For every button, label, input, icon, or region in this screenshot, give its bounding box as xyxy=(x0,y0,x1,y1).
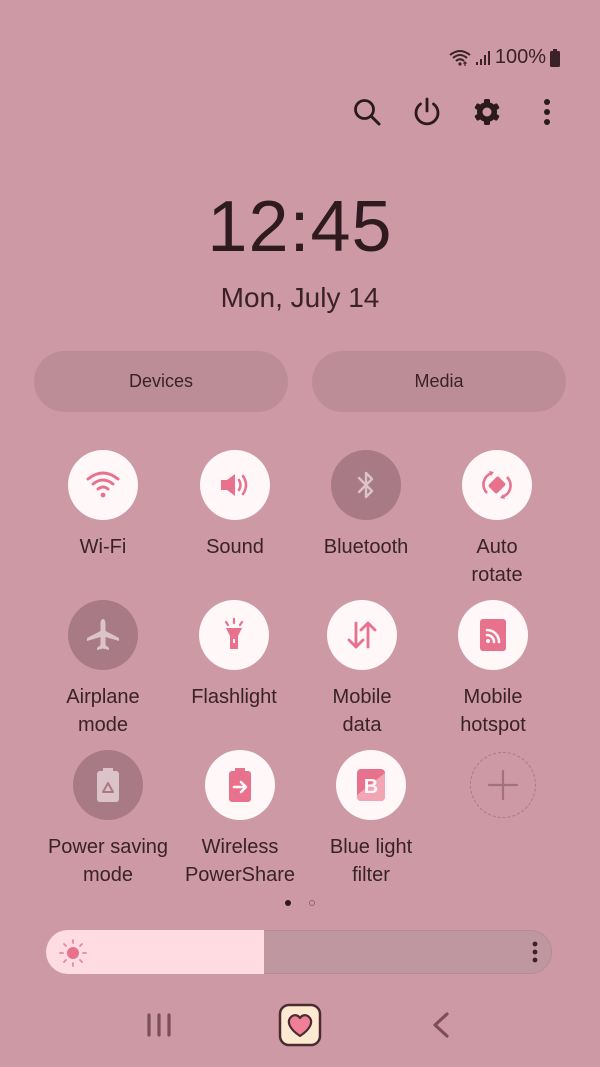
battery-share-icon xyxy=(226,766,254,804)
tile-wifi[interactable]: Wi-Fi xyxy=(38,450,168,561)
tile-label-line1: Auto xyxy=(476,536,518,558)
tile-label-line2: data xyxy=(342,714,382,736)
status-bar: 100% xyxy=(449,46,560,69)
more-options-button[interactable] xyxy=(527,94,567,134)
signal-icon xyxy=(475,50,491,66)
tile-hotspot[interactable]: Mobile hotspot xyxy=(428,600,558,739)
tile-label: Mobile hotspot xyxy=(428,683,558,739)
tile-hotspot-toggle[interactable] xyxy=(458,600,528,670)
speaker-icon xyxy=(218,470,252,500)
power-button[interactable] xyxy=(407,94,447,134)
tile-airplane[interactable]: Airplane mode xyxy=(38,600,168,739)
wifi-icon xyxy=(86,470,120,500)
tile-label-line1: Wi-Fi xyxy=(79,536,127,558)
tile-label: Mobile data xyxy=(297,683,427,739)
tile-power-saving[interactable]: Power saving mode xyxy=(43,750,173,889)
search-button[interactable] xyxy=(347,94,387,134)
tile-blue-light-toggle[interactable]: B xyxy=(336,750,406,820)
tile-label-line2: mode xyxy=(82,864,134,886)
tile-label: Wi-Fi xyxy=(38,533,168,561)
page-dot-active[interactable] xyxy=(285,900,291,906)
tile-mobile-data[interactable]: Mobile data xyxy=(297,600,427,739)
sun-icon xyxy=(58,938,88,973)
search-icon xyxy=(352,97,382,132)
gear-icon xyxy=(472,97,502,132)
recents-icon xyxy=(145,1012,173,1043)
svg-text:B: B xyxy=(364,776,378,798)
top-actions xyxy=(345,94,565,134)
tile-label: Power saving mode xyxy=(43,833,173,889)
tile-label: Flashlight xyxy=(169,683,299,711)
tile-label-line1: Airplane xyxy=(66,686,140,708)
tile-auto-rotate-toggle[interactable] xyxy=(462,450,532,520)
tile-label-line2: mode xyxy=(77,714,129,736)
tile-power-saving-toggle[interactable] xyxy=(73,750,143,820)
tile-label-line1: Mobile xyxy=(332,686,392,708)
tile-label: Bluetooth xyxy=(301,533,431,561)
devices-button[interactable]: Devices xyxy=(34,351,288,412)
bluetooth-icon xyxy=(354,469,378,501)
media-button[interactable]: Media xyxy=(312,351,566,412)
tile-auto-rotate[interactable]: Auto rotate xyxy=(432,450,562,589)
battery-icon xyxy=(550,48,560,67)
tile-sound[interactable]: Sound xyxy=(170,450,300,561)
rotate-icon xyxy=(478,466,516,504)
battery-percent: 100% xyxy=(494,46,546,68)
heart-home-icon xyxy=(278,1003,322,1052)
airplane-icon xyxy=(84,616,122,654)
clock-time[interactable]: 12:45 xyxy=(0,186,600,268)
power-icon xyxy=(411,96,443,133)
tile-label-line1: Blue light xyxy=(329,836,413,858)
brightness-slider[interactable] xyxy=(46,930,552,974)
tile-label-line2: PowerShare xyxy=(184,864,296,886)
data-arrows-icon xyxy=(344,617,380,653)
tile-label-line1: Wireless xyxy=(201,836,279,858)
recents-button[interactable] xyxy=(138,1004,180,1050)
tile-powershare[interactable]: Wireless PowerShare xyxy=(175,750,305,889)
more-vertical-icon xyxy=(532,941,538,967)
battery-recycle-icon xyxy=(94,766,122,804)
tile-airplane-toggle[interactable] xyxy=(68,600,138,670)
tile-add-toggle[interactable] xyxy=(470,752,536,818)
back-button[interactable] xyxy=(420,1004,462,1050)
tile-bluetooth[interactable]: Bluetooth xyxy=(301,450,431,561)
tile-blue-light[interactable]: B Blue light filter xyxy=(306,750,436,889)
tile-label-line1: Power saving xyxy=(47,836,169,858)
tile-wifi-toggle[interactable] xyxy=(68,450,138,520)
tile-label-line1: Mobile xyxy=(463,686,523,708)
tile-powershare-toggle[interactable] xyxy=(205,750,275,820)
tile-label-line2: rotate xyxy=(471,564,523,586)
tile-flashlight[interactable]: Flashlight xyxy=(169,600,299,711)
plus-icon xyxy=(486,768,520,802)
blue-light-icon: B xyxy=(354,766,388,804)
tile-label-line2: hotspot xyxy=(460,714,526,736)
tile-label: Airplane mode xyxy=(38,683,168,739)
more-vertical-icon xyxy=(542,97,552,132)
home-button[interactable] xyxy=(277,1003,323,1052)
hotspot-icon xyxy=(476,617,510,653)
tile-label-line1: Sound xyxy=(206,536,264,558)
settings-button[interactable] xyxy=(467,94,507,134)
flashlight-icon xyxy=(219,617,249,653)
brightness-more-button[interactable] xyxy=(532,941,538,968)
tile-label: Sound xyxy=(170,533,300,561)
tile-label-line1: Flashlight xyxy=(191,686,277,708)
tile-label: Auto rotate xyxy=(432,533,562,589)
wifi-icon xyxy=(449,49,471,67)
tile-label: Wireless PowerShare xyxy=(175,833,305,889)
tile-sound-toggle[interactable] xyxy=(200,450,270,520)
page-dot[interactable] xyxy=(309,900,315,906)
tile-flashlight-toggle[interactable] xyxy=(199,600,269,670)
tile-add[interactable] xyxy=(438,752,568,818)
clock-date[interactable]: Mon, July 14 xyxy=(0,282,600,314)
tile-label-line2: filter xyxy=(352,864,390,886)
back-icon xyxy=(429,1011,453,1044)
tile-bluetooth-toggle[interactable] xyxy=(331,450,401,520)
tile-label-line1: Bluetooth xyxy=(323,536,409,558)
tile-label: Blue light filter xyxy=(306,833,436,889)
tile-mobile-data-toggle[interactable] xyxy=(327,600,397,670)
